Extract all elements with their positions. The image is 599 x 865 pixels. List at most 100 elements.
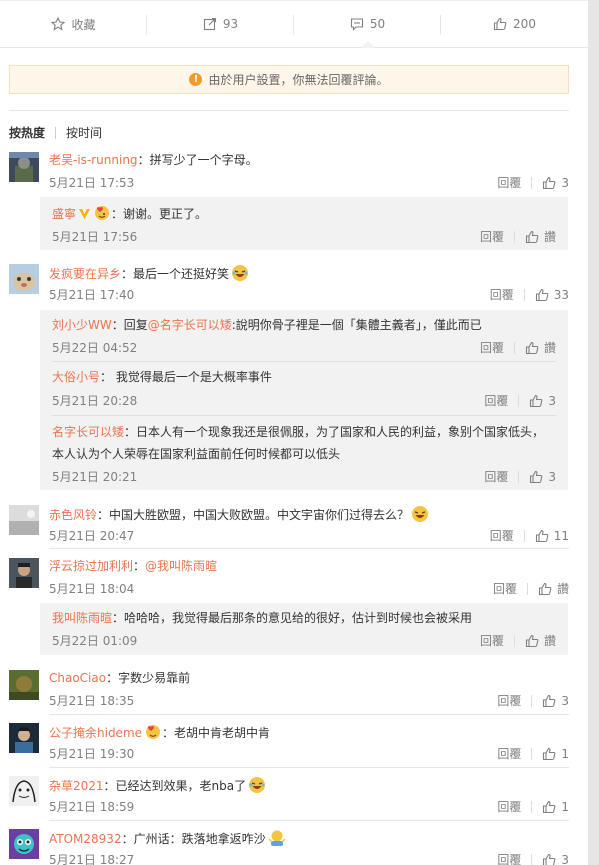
username[interactable]: ATOM28932 [49, 832, 122, 846]
like-count: 3 [561, 852, 569, 865]
username[interactable]: 赤色风铃 [49, 508, 97, 522]
username[interactable]: 我叫陈雨暄 [52, 611, 112, 625]
comment-text: 赤色风铃：中国大胜欧盟，中国大败欧盟。中文宇宙你们过得去么？ [49, 505, 569, 522]
avatar[interactable] [9, 776, 39, 806]
reply-item: 刘小少WW：回复@名字长可以矮:說明你骨子裡是一個「集體主義者」，僅此而已 [52, 318, 482, 332]
username[interactable]: 发疯要在异乡 [49, 267, 121, 281]
reply-button[interactable]: 回覆 [490, 527, 514, 544]
username[interactable]: ChaoCiao [49, 671, 106, 685]
laughing-emoji-icon [249, 777, 266, 793]
comment-button[interactable]: 50 [294, 1, 441, 48]
forward-count: 93 [222, 17, 239, 31]
reply-button[interactable]: 回覆 [484, 468, 508, 485]
sort-by-time[interactable]: 按时间 [66, 124, 102, 141]
like-count: 33 [553, 287, 569, 302]
favorite-button[interactable]: 收藏 [0, 1, 147, 47]
heart-face-emoji-icon [95, 206, 110, 220]
reply-like-button[interactable]: 讚 [525, 339, 556, 356]
like-label: 讚 [543, 341, 556, 355]
comment-like-button[interactable]: 33 [535, 288, 569, 302]
comment-text: ChaoCiao：字数少易靠前 [49, 671, 191, 685]
favorite-label: 收藏 [71, 17, 96, 32]
reply-item: 盛寧 ：谢谢。更正了。 [52, 204, 556, 223]
reply-like-button[interactable]: 3 [529, 470, 556, 484]
reply-button[interactable]: 回覆 [480, 632, 504, 649]
avatar[interactable] [9, 558, 39, 588]
thumbs-up-icon [530, 394, 543, 407]
thumbs-up-icon [525, 341, 539, 354]
heart-face-emoji-icon [146, 725, 161, 739]
avatar[interactable] [9, 829, 39, 859]
thumbs-up-icon [538, 582, 552, 595]
reply-like-button[interactable]: 3 [529, 394, 556, 408]
reply-button[interactable]: 回覆 [480, 228, 504, 245]
comment-text: 杂草2021：已经达到效果，老nba了 [49, 776, 569, 793]
username[interactable]: 公子掩余hideme [49, 726, 142, 740]
username[interactable]: 老吴-is-running [49, 153, 138, 167]
timestamp: 5月21日 18:04 [49, 582, 135, 596]
avatar[interactable] [9, 670, 39, 700]
comment-like-button[interactable]: 11 [535, 529, 569, 543]
comment-like-button[interactable]: 1 [542, 747, 569, 761]
timestamp: 5月22日 01:09 [52, 634, 138, 648]
thumbs-up-icon [543, 853, 556, 865]
like-button[interactable]: 200 [441, 1, 588, 47]
reply-button[interactable]: 回覆 [480, 339, 504, 356]
timestamp: 5月21日 20:47 [49, 529, 135, 543]
username[interactable]: 杂草2021 [49, 779, 104, 793]
avatar[interactable] [9, 505, 39, 535]
avatar[interactable] [9, 723, 39, 753]
timestamp: 5月21日 19:30 [49, 747, 135, 761]
reply-button[interactable]: 回覆 [497, 851, 521, 865]
warning-icon: ! [189, 73, 203, 86]
username[interactable]: 浮云掠过加利利 [49, 559, 133, 573]
sort-by-hot[interactable]: 按热度 [9, 124, 45, 141]
reply-like-button[interactable]: 讚 [525, 632, 556, 649]
comment-like-button[interactable]: 1 [542, 800, 569, 814]
reply-like-button[interactable]: 讚 [525, 228, 556, 245]
reply-button[interactable]: 回覆 [497, 174, 521, 191]
like-count: 200 [513, 17, 536, 31]
username[interactable]: 刘小少WW [52, 318, 112, 332]
comment-like-button[interactable]: 3 [542, 176, 569, 190]
timestamp: 5月21日 17:40 [49, 288, 135, 302]
reply-button[interactable]: 回覆 [497, 692, 521, 709]
notice-text: 由於用户設置，你無法回覆評論。 [208, 73, 389, 87]
like-label: 讚 [543, 230, 556, 244]
like-count: 11 [553, 528, 569, 543]
username[interactable]: 大俗小号 [52, 370, 100, 384]
thumbs-up-icon [535, 288, 549, 301]
reply-button[interactable]: 回覆 [493, 580, 517, 597]
username[interactable]: 盛寧 [52, 207, 76, 221]
sort-tabs: 按热度 按时间 [9, 124, 102, 141]
comment-like-button[interactable]: 3 [542, 853, 569, 865]
mention-link[interactable]: @名字长可以矮 [148, 318, 232, 332]
thumbs-up-icon [543, 176, 556, 189]
comment-text: 公子掩余hideme ：老胡中肯老胡中肯 [49, 723, 569, 740]
like-count: 3 [561, 175, 569, 190]
username[interactable]: 名字长可以矮 [52, 425, 124, 439]
reply-button[interactable]: 回覆 [484, 392, 508, 409]
reply-button[interactable]: 回覆 [497, 798, 521, 815]
reply-button[interactable]: 回覆 [497, 745, 521, 762]
weibo-comment-card: 收藏 93 50 200 ! 由於用户設置，你無法回覆評論。 按热度 按时间 老… [0, 0, 588, 865]
mention-link[interactable]: @我叫陈雨暄 [145, 559, 217, 573]
forward-button[interactable]: 93 [147, 1, 294, 47]
thumbs-up-icon [543, 747, 556, 760]
comment-like-button[interactable]: 3 [542, 694, 569, 708]
avatar[interactable] [9, 152, 39, 182]
reply-button[interactable]: 回覆 [490, 286, 514, 303]
like-label: 讚 [556, 582, 569, 596]
thumbs-up-icon [530, 470, 543, 483]
reply-thread: 刘小少WW：回复@名字长可以矮:說明你骨子裡是一個「集體主義者」，僅此而已 5月… [40, 310, 568, 490]
right-gutter [588, 0, 599, 865]
thumbs-up-icon [543, 800, 556, 813]
comment-like-button[interactable]: 讚 [538, 580, 569, 597]
action-bar: 收藏 93 50 200 [0, 0, 588, 48]
reply-thread: 我叫陈雨暄：哈哈哈，我觉得最后那条的意见给的很好，估计到时候也会被采用 5月22… [40, 603, 568, 655]
timestamp: 5月21日 20:21 [52, 470, 138, 484]
thumbs-up-icon [535, 529, 549, 542]
forward-icon [203, 17, 216, 31]
thumbs-up-icon [543, 694, 556, 707]
avatar[interactable] [9, 264, 39, 294]
